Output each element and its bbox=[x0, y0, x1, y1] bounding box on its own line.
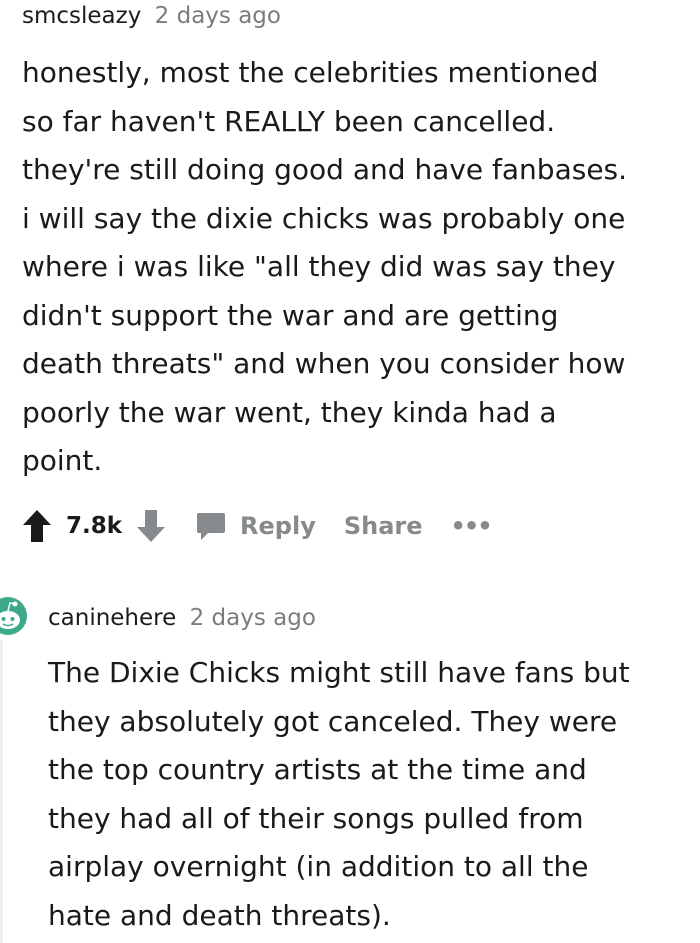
comment-line: i will say the dixie chicks was probably… bbox=[22, 201, 626, 235]
comment-meta: smcsleazy 2 days ago bbox=[22, 0, 692, 34]
comment-line: they're still doing good and have fanbas… bbox=[22, 153, 628, 186]
comment-action-bar: 7.8k Reply Share ••• bbox=[22, 506, 493, 546]
comment-line: didn't support the war and are getting bbox=[22, 298, 559, 332]
reply-button[interactable]: Reply bbox=[196, 511, 316, 541]
comment-body: honestly, most the celebrities mentioned… bbox=[22, 49, 692, 486]
comment-caninehere: caninehere 2 days ago The Dixie Chicks m… bbox=[48, 602, 688, 940]
vote-score: 7.8k bbox=[66, 513, 123, 539]
comment-line: airplay overnight (in addition to all th… bbox=[48, 850, 589, 883]
comment-username[interactable]: smcsleazy bbox=[22, 3, 141, 29]
comment-username[interactable]: caninehere bbox=[48, 605, 176, 631]
comment-line: they had all of their songs pulled from bbox=[48, 801, 584, 835]
comment-timestamp[interactable]: 2 days ago bbox=[155, 3, 281, 29]
arrow-down-icon[interactable] bbox=[136, 509, 166, 543]
comment-meta: caninehere 2 days ago bbox=[48, 602, 688, 636]
arrow-up-icon[interactable] bbox=[22, 509, 52, 543]
comment-line: so far haven't REALLY been cancelled. bbox=[22, 104, 556, 138]
comment-line: point. bbox=[22, 444, 103, 477]
comment-line: the top country artists at the time and bbox=[48, 753, 587, 786]
thread-line[interactable] bbox=[0, 640, 3, 943]
share-button[interactable]: Share bbox=[344, 512, 423, 540]
comment-line: they absolutely got canceled. They were bbox=[48, 704, 618, 738]
comment-bubble-icon bbox=[196, 511, 226, 541]
comment-smcsleazy: smcsleazy 2 days ago honestly, most the … bbox=[22, 0, 692, 486]
comment-line: The Dixie Chicks might still have fans b… bbox=[48, 656, 630, 689]
comment-line: where i was like "all they did was say t… bbox=[22, 250, 616, 283]
comment-line: hate and death threats). bbox=[48, 898, 391, 932]
more-options-button[interactable]: ••• bbox=[451, 512, 493, 540]
reply-label: Reply bbox=[240, 512, 316, 540]
comment-line: poorly the war went, they kinda had a bbox=[22, 395, 557, 429]
comment-line: honestly, most the celebrities mentioned bbox=[22, 56, 599, 89]
comment-line: death threats" and when you consider how bbox=[22, 347, 626, 380]
comment-body: The Dixie Chicks might still have fans b… bbox=[48, 649, 688, 940]
comment-timestamp[interactable]: 2 days ago bbox=[190, 605, 316, 631]
snoo-avatar-icon[interactable] bbox=[0, 596, 28, 636]
